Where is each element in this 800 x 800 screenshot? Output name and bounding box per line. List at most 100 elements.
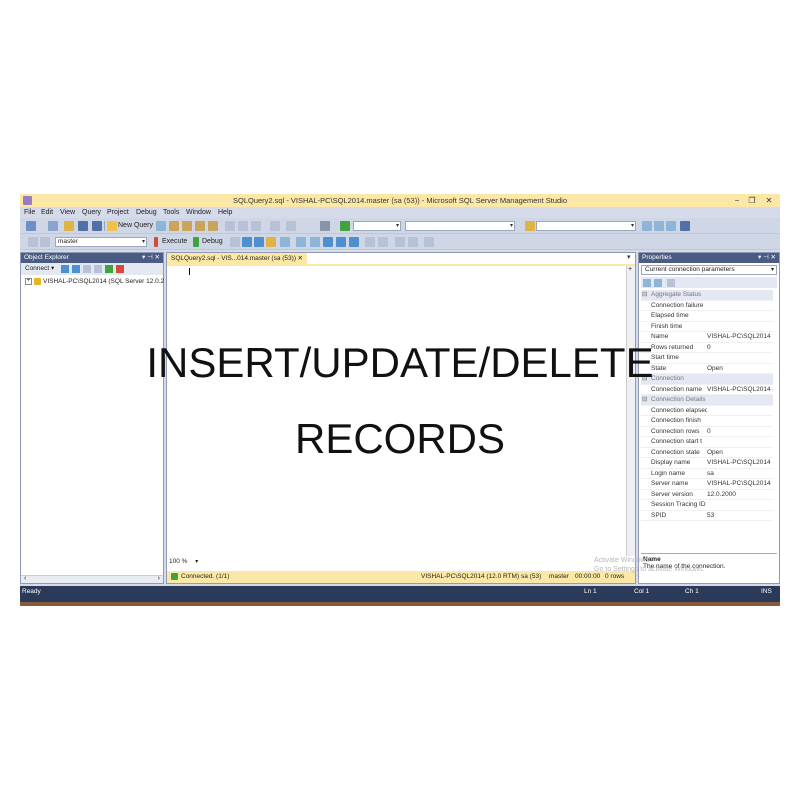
scroll-right-icon[interactable]: › bbox=[158, 575, 160, 582]
collapse-icon[interactable]: ⊟ bbox=[642, 290, 647, 300]
property-row[interactable]: Elapsed time bbox=[641, 311, 773, 322]
restore-button[interactable]: ❐ bbox=[745, 195, 759, 206]
tab-dropdown-icon[interactable]: ▾ bbox=[627, 253, 631, 261]
close-button[interactable]: ✕ bbox=[762, 195, 776, 206]
property-row[interactable]: Connection failure bbox=[641, 301, 773, 311]
find-combo[interactable]: ▾ bbox=[536, 221, 636, 231]
include-plan-icon[interactable] bbox=[296, 237, 306, 247]
disconnect-icon[interactable] bbox=[72, 265, 80, 273]
property-pages-icon[interactable] bbox=[667, 279, 675, 287]
menu-project[interactable]: Project bbox=[107, 209, 129, 216]
save-icon[interactable] bbox=[78, 221, 88, 231]
minimize-button[interactable]: − bbox=[730, 195, 744, 206]
property-row[interactable]: Login name sa bbox=[641, 469, 773, 479]
properties-window-icon[interactable] bbox=[654, 221, 664, 231]
object-explorer-pin-close-icon[interactable]: ▾ ⊣ ✕ bbox=[142, 253, 160, 263]
client-stats-icon[interactable] bbox=[310, 237, 320, 247]
object-explorer-hscrollbar[interactable]: ‹ › bbox=[21, 575, 163, 583]
new-project-icon[interactable] bbox=[26, 221, 36, 231]
open-file-icon[interactable] bbox=[64, 221, 74, 231]
platform-combo[interactable]: ▾ bbox=[405, 221, 515, 231]
zoom-dropdown-icon[interactable]: ▾ bbox=[195, 559, 198, 565]
tree-item-server[interactable]: + VISHAL-PC\SQL2014 (SQL Server 12.0.2 bbox=[25, 278, 164, 285]
increase-indent-icon[interactable] bbox=[408, 237, 418, 247]
solution-config-combo[interactable]: ▾ bbox=[353, 221, 401, 231]
cancel-query-icon[interactable] bbox=[230, 237, 240, 247]
new-query-button[interactable]: New Query bbox=[118, 222, 153, 229]
mdx-query-icon[interactable] bbox=[182, 221, 192, 231]
find-icon[interactable] bbox=[525, 221, 535, 231]
expand-icon[interactable]: + bbox=[25, 278, 32, 285]
property-row[interactable]: Server version 12.0.2000 bbox=[641, 490, 773, 500]
results-to-icon[interactable] bbox=[280, 237, 290, 247]
add-item-icon[interactable] bbox=[48, 221, 58, 231]
copy-icon[interactable] bbox=[238, 221, 248, 231]
results-text-icon[interactable] bbox=[323, 237, 333, 247]
properties-pin-close-icon[interactable]: ▾ ⊣ ✕ bbox=[758, 253, 776, 263]
connect-button[interactable]: Connect ▾ bbox=[25, 265, 54, 272]
property-row[interactable]: Session Tracing ID bbox=[641, 500, 773, 511]
display-plan-icon[interactable] bbox=[254, 237, 264, 247]
results-file-icon[interactable] bbox=[349, 237, 359, 247]
zoom-combo[interactable]: 100 % ▾ bbox=[169, 558, 198, 565]
collapse-icon[interactable]: ⊟ bbox=[642, 395, 647, 405]
categorized-icon[interactable] bbox=[643, 279, 651, 287]
menu-view[interactable]: View bbox=[60, 209, 75, 216]
database-combo[interactable]: master ▾ bbox=[55, 237, 147, 247]
db-engine-query-icon[interactable] bbox=[156, 221, 166, 231]
properties-object-value: Current connection parameters bbox=[645, 266, 735, 273]
debug-button[interactable]: Debug bbox=[202, 238, 223, 245]
property-category[interactable]: Aggregate Status ⊟ bbox=[641, 290, 773, 301]
tab-sqlquery2[interactable]: SQLQuery2.sql - VIS...014.master (sa (53… bbox=[167, 253, 307, 264]
filter-icon[interactable] bbox=[94, 265, 102, 273]
tab-close-icon[interactable]: ✕ bbox=[298, 253, 303, 264]
property-row[interactable]: Server name VISHAL-PC\SQL2014 bbox=[641, 479, 773, 490]
paste-icon[interactable] bbox=[251, 221, 261, 231]
connect-icon[interactable] bbox=[28, 237, 38, 247]
save-all-icon[interactable] bbox=[92, 221, 102, 231]
analysis-query-icon[interactable] bbox=[169, 221, 179, 231]
undo-icon[interactable] bbox=[270, 221, 280, 231]
dmx-query-icon[interactable] bbox=[195, 221, 205, 231]
toolbox-icon[interactable] bbox=[680, 221, 690, 231]
menu-file[interactable]: File bbox=[24, 209, 35, 216]
stop-icon[interactable] bbox=[83, 265, 91, 273]
new-query-icon[interactable] bbox=[107, 221, 117, 231]
menu-edit[interactable]: Edit bbox=[41, 209, 53, 216]
solution-explorer-icon[interactable] bbox=[642, 221, 652, 231]
navigate-icon[interactable] bbox=[320, 221, 330, 231]
menu-window[interactable]: Window bbox=[186, 209, 211, 216]
chevron-down-icon[interactable]: ▾ bbox=[771, 266, 774, 274]
menu-help[interactable]: Help bbox=[218, 209, 232, 216]
editor-vscrollbar[interactable]: + bbox=[626, 266, 635, 556]
property-row[interactable]: Finish time bbox=[641, 322, 773, 332]
connect-engine-icon[interactable] bbox=[61, 265, 69, 273]
parse-icon[interactable] bbox=[242, 237, 252, 247]
specify-values-icon[interactable] bbox=[424, 237, 434, 247]
object-explorer-icon[interactable] bbox=[666, 221, 676, 231]
decrease-indent-icon[interactable] bbox=[395, 237, 405, 247]
change-connection-icon[interactable] bbox=[40, 237, 50, 247]
execute-button[interactable]: Execute bbox=[162, 238, 187, 245]
activity-monitor-icon[interactable] bbox=[116, 265, 124, 273]
cut-icon[interactable] bbox=[225, 221, 235, 231]
refresh-icon[interactable] bbox=[105, 265, 113, 273]
property-row[interactable]: SPID 53 bbox=[641, 511, 773, 521]
split-icon[interactable]: + bbox=[628, 266, 632, 273]
uncomment-icon[interactable] bbox=[378, 237, 388, 247]
start-icon[interactable] bbox=[340, 221, 350, 231]
comment-icon[interactable] bbox=[365, 237, 375, 247]
menu-debug[interactable]: Debug bbox=[136, 209, 157, 216]
property-category[interactable]: Connection Details ⊟ bbox=[641, 395, 773, 406]
execute-icon[interactable] bbox=[154, 237, 158, 247]
query-designer-icon[interactable] bbox=[266, 237, 276, 247]
xmla-query-icon[interactable] bbox=[208, 221, 218, 231]
debug-icon[interactable] bbox=[193, 237, 199, 247]
redo-icon[interactable] bbox=[286, 221, 296, 231]
properties-object-combo[interactable]: Current connection parameters ▾ bbox=[641, 265, 777, 275]
menu-query[interactable]: Query bbox=[82, 209, 101, 216]
scroll-left-icon[interactable]: ‹ bbox=[24, 575, 26, 582]
menu-tools[interactable]: Tools bbox=[163, 209, 179, 216]
results-grid-icon[interactable] bbox=[336, 237, 346, 247]
alphabetical-icon[interactable] bbox=[654, 279, 662, 287]
